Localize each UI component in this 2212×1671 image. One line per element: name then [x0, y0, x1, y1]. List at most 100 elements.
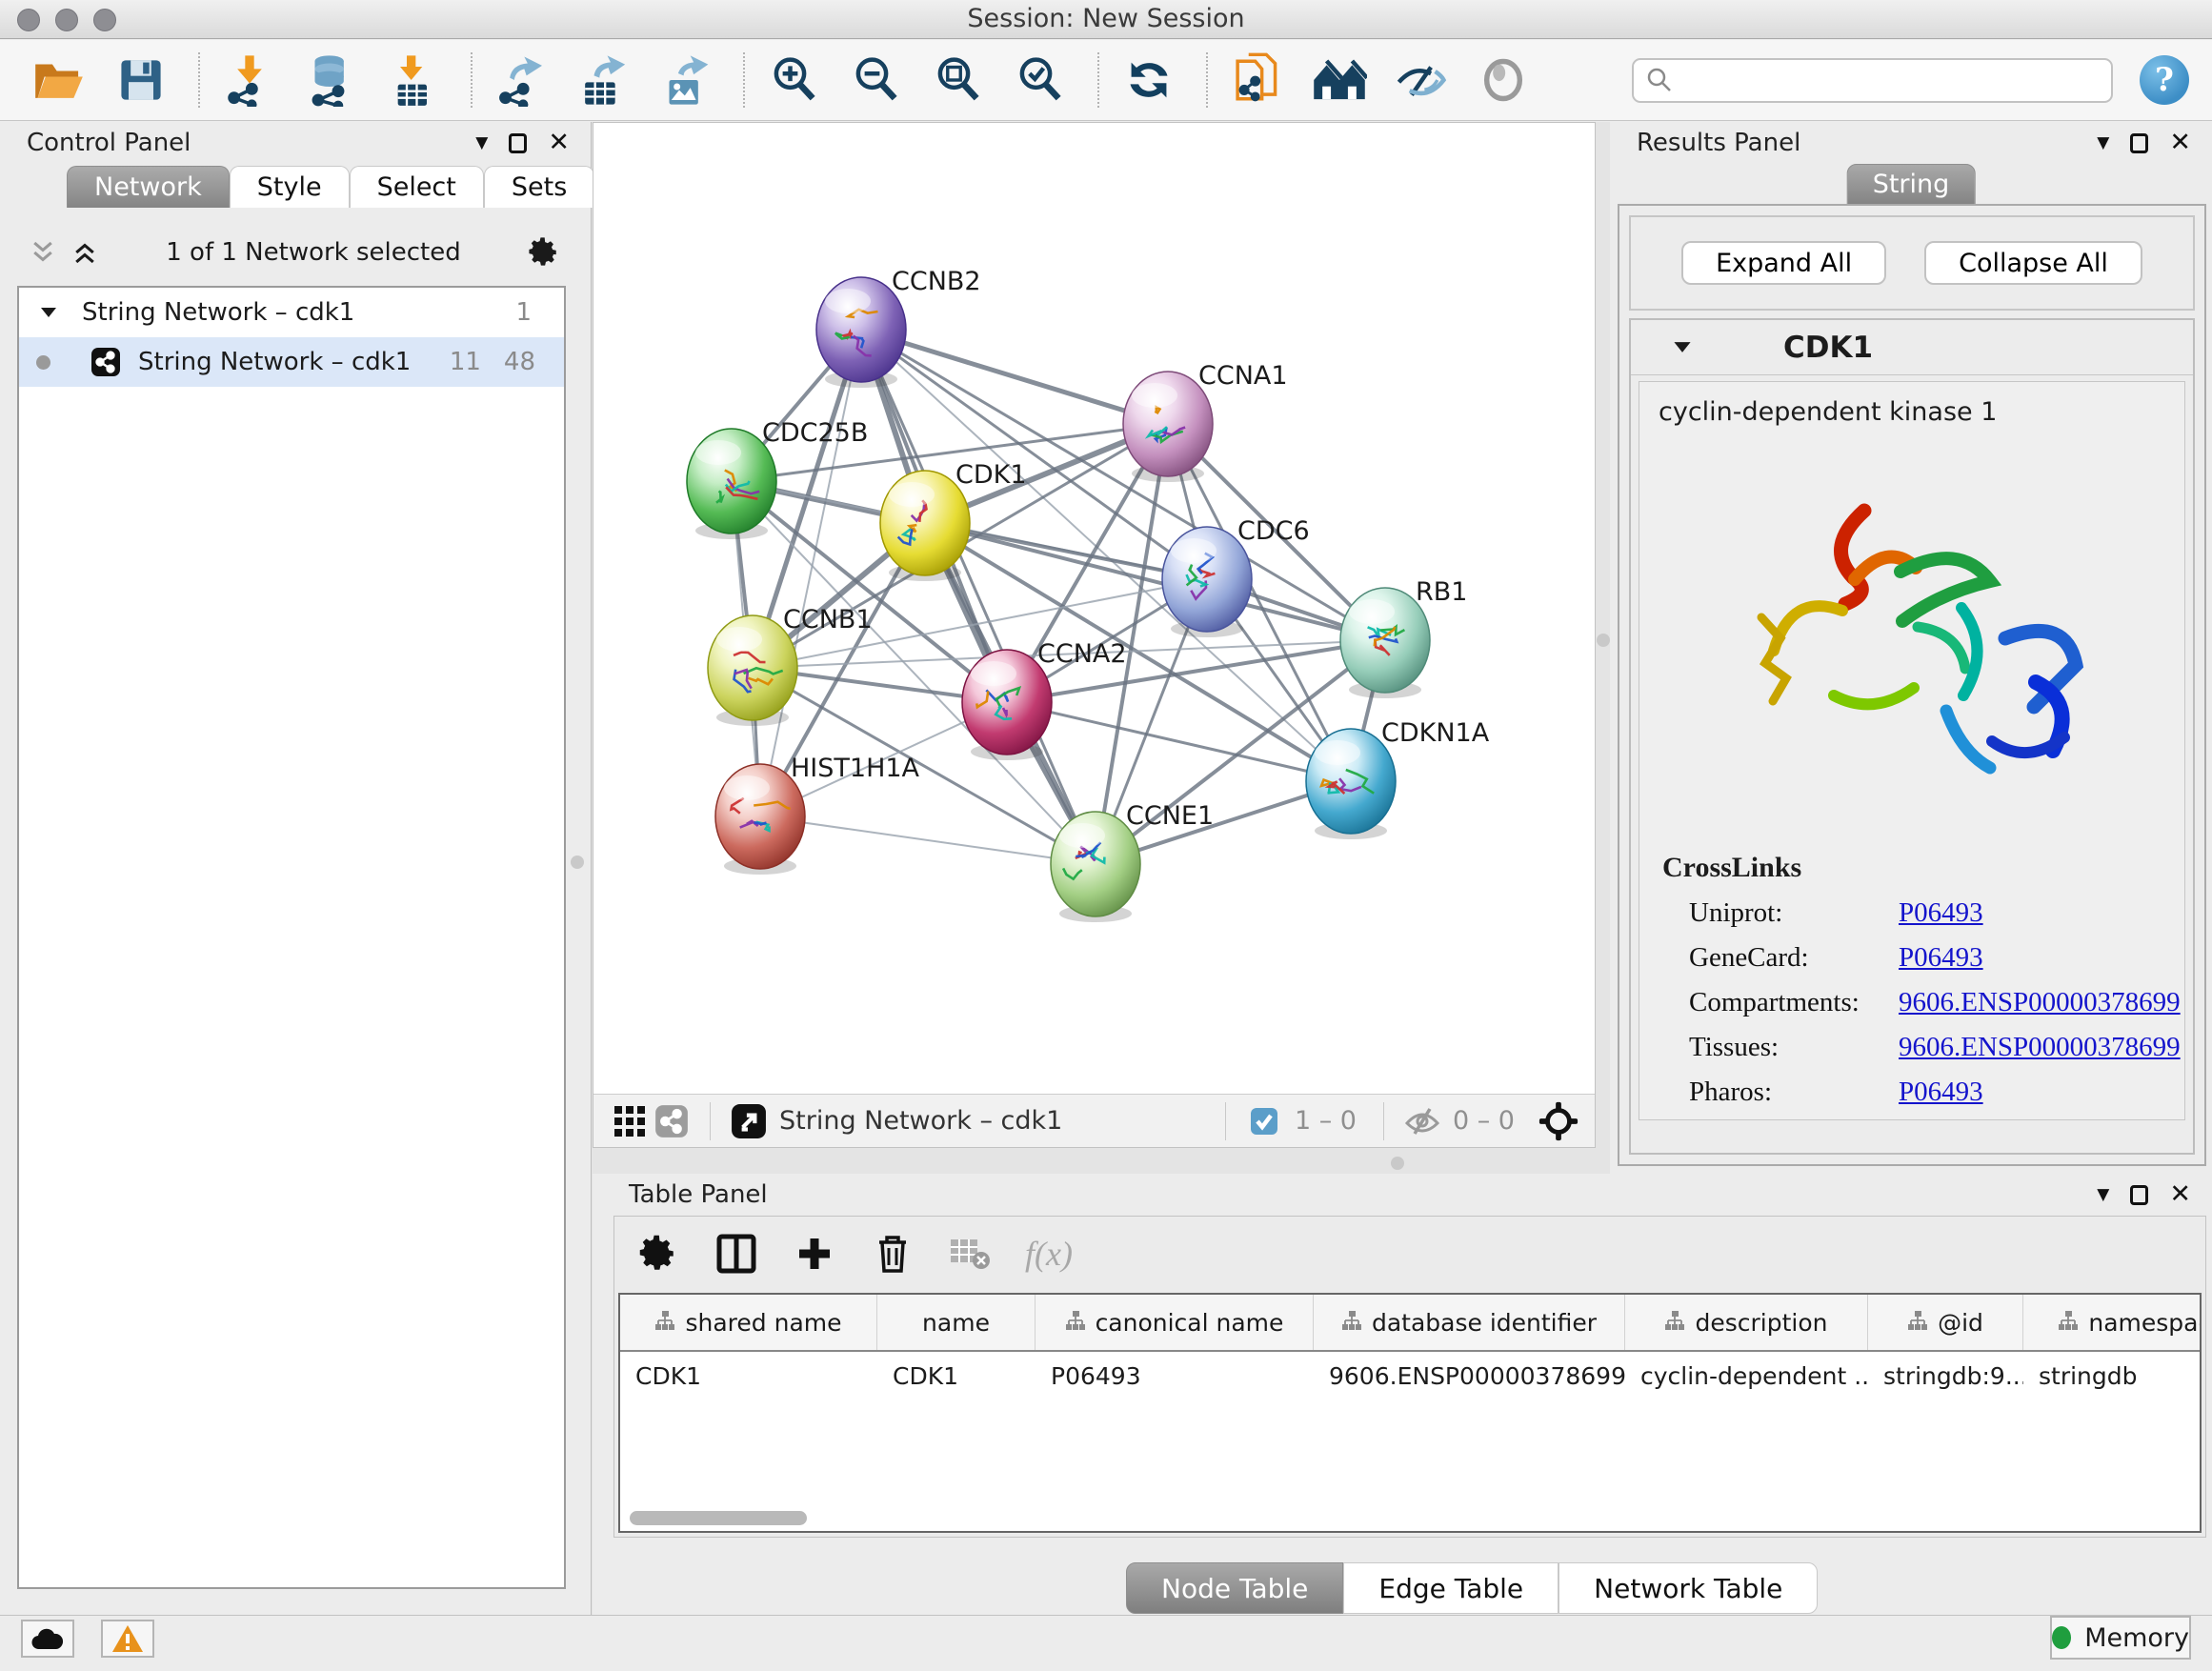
zoom-selected-button[interactable] [1010, 50, 1071, 111]
column-header-description[interactable]: description [1625, 1295, 1868, 1350]
table-row[interactable]: CDK1CDK1P064939606.ENSP00000378699cyclin… [620, 1352, 2200, 1399]
gene-results-scroll[interactable]: CDK1 cyclin-dependent kinase 1 [1629, 318, 2195, 1155]
table-cell[interactable]: cyclin-dependent ... [1625, 1352, 1868, 1399]
highlight-button[interactable] [1473, 50, 1534, 111]
panel-menu-caret-icon[interactable]: ▼ [475, 133, 488, 152]
panel-menu-caret-icon[interactable]: ▼ [2097, 1185, 2109, 1204]
network-node-CDKN1A[interactable]: CDKN1A [1306, 718, 1490, 839]
crosslink-link[interactable]: P06493 [1899, 1077, 1983, 1108]
tab-select[interactable]: Select [350, 166, 484, 208]
cloud-status-button[interactable] [21, 1620, 74, 1658]
table-cell[interactable]: stringdb [2023, 1352, 2202, 1399]
tab-sets[interactable]: Sets [484, 166, 594, 208]
network-row[interactable]: String Network – cdk1 11 48 [19, 337, 564, 387]
memory-button[interactable]: Memory [2050, 1616, 2191, 1660]
expand-all-icon[interactable] [70, 238, 99, 267]
tab-network[interactable]: Network [67, 166, 230, 208]
tab-edge-table[interactable]: Edge Table [1343, 1562, 1558, 1614]
network-node-HIST1H1A[interactable]: HIST1H1A [715, 754, 920, 875]
maximize-window-button[interactable] [93, 9, 116, 31]
network-edge[interactable] [861, 330, 1168, 424]
zoom-out-button[interactable] [846, 50, 907, 111]
string-import-button[interactable] [1227, 50, 1288, 111]
delete-column-icon[interactable] [870, 1231, 915, 1277]
network-collection-row[interactable]: String Network – cdk1 1 [19, 288, 564, 337]
table-settings-gear-icon[interactable] [635, 1231, 681, 1277]
network-node-CCNA2[interactable]: CCNA2 [962, 639, 1127, 760]
panel-float-icon[interactable] [2130, 1185, 2148, 1205]
panel-close-icon[interactable]: ✕ [2169, 133, 2191, 152]
close-window-button[interactable] [17, 9, 40, 31]
network-node-RB1[interactable]: RB1 [1340, 577, 1467, 698]
vertical-splitter-grip[interactable] [1597, 634, 1610, 647]
network-edge[interactable] [1007, 702, 1351, 781]
crosslink-link[interactable]: P06493 [1899, 897, 1983, 929]
gear-icon[interactable] [528, 236, 560, 269]
tab-string[interactable]: String [1847, 164, 1976, 205]
add-column-icon[interactable] [792, 1231, 837, 1277]
network-view[interactable]: CCNB2CCNA1CDC25BCDK1CDC6RB1CCNB1CCNA2CDK… [593, 122, 1596, 1148]
network-node-CDC6[interactable]: CDC6 [1162, 516, 1310, 637]
table-cell[interactable]: P06493 [1036, 1352, 1314, 1399]
column-header-canonical-name[interactable]: canonical name [1036, 1295, 1314, 1350]
hide-unhide-button[interactable] [1391, 50, 1452, 111]
gene-section-header[interactable]: CDK1 [1631, 320, 2193, 375]
crosslink-link[interactable]: P06493 [1899, 942, 1983, 974]
network-node-CCNA1[interactable]: CCNA1 [1123, 361, 1288, 482]
apply-layout-button[interactable] [1118, 50, 1179, 111]
export-network-button[interactable] [492, 50, 553, 111]
column-header-database-identifier[interactable]: database identifier [1314, 1295, 1625, 1350]
table-cell[interactable]: CDK1 [877, 1352, 1036, 1399]
save-session-button[interactable] [111, 50, 171, 111]
network-node-CCNB2[interactable]: CCNB2 [816, 267, 981, 388]
network-edge[interactable] [861, 330, 1096, 864]
panel-float-icon[interactable] [2130, 133, 2148, 153]
export-image-button[interactable] [655, 50, 716, 111]
table-cell[interactable]: CDK1 [620, 1352, 877, 1399]
import-table-button[interactable] [383, 50, 444, 111]
crosslink-link[interactable]: 9606.ENSP00000378699 [1899, 987, 2181, 1018]
search-box[interactable] [1632, 58, 2113, 103]
column-header--id[interactable]: @id [1868, 1295, 2023, 1350]
search-input[interactable] [1674, 61, 2100, 99]
open-session-button[interactable] [29, 50, 90, 111]
show-columns-icon[interactable] [714, 1231, 759, 1277]
panel-menu-caret-icon[interactable]: ▼ [2097, 133, 2109, 152]
fit-content-icon[interactable] [728, 1100, 770, 1142]
horizontal-scrollbar-thumb[interactable] [630, 1511, 807, 1525]
function-builder-icon[interactable]: f(x) [1026, 1231, 1072, 1277]
network-node-CDC25B[interactable]: CDC25B [687, 418, 868, 539]
grid-view-icon[interactable] [609, 1100, 651, 1142]
collapse-all-button[interactable]: Collapse All [1924, 241, 2142, 285]
minimize-window-button[interactable] [55, 9, 78, 31]
tab-node-table[interactable]: Node Table [1126, 1562, 1343, 1614]
zoom-in-button[interactable] [764, 50, 825, 111]
column-header-name[interactable]: name [877, 1295, 1036, 1350]
table-cell[interactable]: stringdb:9... [1868, 1352, 2023, 1399]
crosslink-link[interactable]: 9606.ENSP00000378699 [1899, 1032, 2181, 1063]
import-network-button[interactable] [219, 50, 280, 111]
warnings-button[interactable] [101, 1620, 154, 1658]
network-node-CCNE1[interactable]: CCNE1 [1051, 801, 1214, 922]
panel-close-icon[interactable]: ✕ [2169, 1185, 2191, 1204]
tab-style[interactable]: Style [230, 166, 350, 208]
panel-float-icon[interactable] [509, 133, 527, 153]
table-cell[interactable]: 9606.ENSP00000378699 [1314, 1352, 1625, 1399]
collapse-all-icon[interactable] [29, 238, 57, 267]
column-header-namespace[interactable]: namespace [2023, 1295, 2202, 1350]
panel-close-icon[interactable]: ✕ [548, 133, 570, 152]
zoom-fit-button[interactable] [928, 50, 989, 111]
horizontal-splitter-grip[interactable] [1391, 1157, 1404, 1170]
selected-checkbox[interactable] [1243, 1100, 1285, 1142]
tree-expand-caret-icon[interactable] [40, 306, 57, 319]
share-view-icon[interactable] [651, 1100, 693, 1142]
gene-collapse-caret-icon[interactable] [1673, 340, 1692, 354]
network-node-CCNB1[interactable]: CCNB1 [708, 605, 873, 726]
import-network-from-database-button[interactable] [301, 50, 362, 111]
tab-network-table[interactable]: Network Table [1558, 1562, 1818, 1614]
expand-all-button[interactable]: Expand All [1681, 241, 1886, 285]
change-species-button[interactable] [1309, 50, 1370, 111]
birds-eye-toggle-icon[interactable] [1538, 1100, 1579, 1142]
help-button[interactable]: ? [2140, 55, 2189, 105]
network-edge[interactable] [760, 816, 1096, 864]
